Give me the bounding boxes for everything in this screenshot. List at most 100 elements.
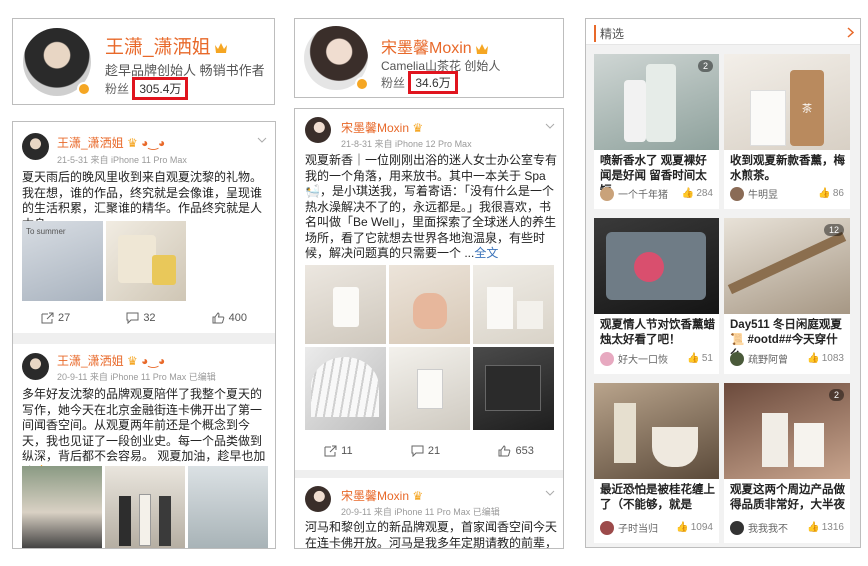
post-image[interactable]: [188, 466, 268, 548]
avatar[interactable]: [730, 351, 744, 366]
crown-icon: [214, 42, 227, 53]
like-button[interactable]: 👍 51: [687, 353, 713, 364]
note-image: 2: [724, 383, 850, 479]
post-actions: 27 32 400: [13, 312, 275, 324]
note-author[interactable]: 疏野阿曾: [748, 351, 788, 366]
post-image[interactable]: [473, 347, 554, 430]
note-footer: 子时当归 👍 1094: [600, 520, 713, 535]
note-author[interactable]: 牛明昱: [748, 186, 778, 201]
image-shape: [485, 365, 541, 411]
image-shape: [646, 64, 676, 142]
share-icon: [324, 445, 337, 457]
profile-card-songmoxin[interactable]: 宋墨馨Moxin Camelia山茶花 创始人 粉丝 34.6万: [294, 18, 564, 98]
note-card[interactable]: 茶 收到观夏新款香薰，梅水煎茶。 牛明昱 👍 86: [724, 54, 850, 209]
fans-count: 粉丝 34.6万: [381, 71, 458, 94]
image-shape: [634, 252, 664, 282]
avatar[interactable]: [600, 520, 614, 535]
featured-notes-panel[interactable]: 精选 2 喷新香水了 观夏裸好闻是好闻 留香时间太短 一个千年猪👍284 茶 收…: [585, 18, 861, 548]
note-card[interactable]: 2 观夏这两个周边产品做得品质非常好，大半夜 我我我不 👍 1316: [724, 383, 850, 543]
post-card[interactable]: 王潇_潇洒姐 ♛ ◕‿◕ 20-9-11 来自 iPhone 11 Pro Ma…: [13, 344, 275, 548]
like-count: 51: [701, 353, 713, 364]
comment-icon: [411, 445, 424, 457]
note-card[interactable]: 12 Day511 冬日闲庭观夏📜 #ootd##今天穿什么 疏野阿曾👍1083: [724, 218, 850, 374]
profile-name[interactable]: 宋墨馨Moxin: [381, 34, 489, 58]
note-author[interactable]: 好大一口恢: [618, 351, 668, 366]
note-author[interactable]: 我我我不: [748, 520, 788, 535]
avatar[interactable]: [730, 186, 744, 201]
avatar[interactable]: [305, 486, 331, 512]
like-button[interactable]: 👍 1094: [676, 522, 713, 533]
post-card[interactable]: 宋墨馨Moxin ♛ 21-8-31 来自 iPhone 12 Pro Max …: [295, 109, 563, 470]
comment-button[interactable]: 32: [126, 312, 156, 324]
comment-button[interactable]: 21: [411, 445, 440, 457]
crown-icon: ♛: [412, 121, 424, 135]
repost-button[interactable]: 27: [41, 312, 70, 324]
avatar[interactable]: [730, 520, 744, 535]
post-image[interactable]: [305, 265, 386, 344]
post-image[interactable]: [105, 466, 185, 548]
repost-button[interactable]: 11: [324, 445, 353, 457]
note-author[interactable]: 子时当归: [618, 520, 658, 535]
panda-icon: ◕‿◕: [137, 354, 166, 368]
image-shape: [727, 231, 847, 295]
note-card[interactable]: 2 喷新香水了 观夏裸好闻是好闻 留香时间太短 一个千年猪👍284: [594, 54, 719, 209]
post-image[interactable]: [389, 347, 470, 430]
post-image[interactable]: [22, 466, 102, 548]
post-author[interactable]: 宋墨馨Moxin ♛: [341, 487, 423, 504]
note-author[interactable]: 一个千年猪: [618, 186, 668, 201]
image-shape: [487, 287, 513, 329]
post-image[interactable]: [389, 265, 470, 344]
image-shape: [413, 293, 447, 329]
chevron-down-icon[interactable]: [257, 137, 267, 143]
like-button[interactable]: 400: [212, 312, 247, 324]
post-image[interactable]: [473, 265, 554, 344]
post-feed[interactable]: 宋墨馨Moxin ♛ 21-8-31 来自 iPhone 12 Pro Max …: [294, 108, 564, 549]
like-button[interactable]: 👍 284: [682, 188, 713, 199]
post-card[interactable]: 宋墨馨Moxin ♛ 20-9-11 来自 iPhone 11 Pro Max …: [295, 478, 563, 549]
profile-card-wangxiao[interactable]: 王潇_潇洒姐 趁早品牌创始人 畅销书作者 粉丝 305.4万: [12, 18, 275, 105]
like-button[interactable]: 👍 1083: [807, 353, 844, 364]
note-title: 最近恐怕是被桂花缠上了（不能够，就是: [600, 484, 715, 511]
post-text: 观夏新香｜一位刚刚出浴的迷人女士办公室专有我的一个角落，用来放书。其中一本关于 …: [305, 153, 557, 262]
avatar[interactable]: [22, 133, 49, 160]
image-shape: [517, 301, 543, 329]
avatar[interactable]: [22, 353, 49, 380]
verified-badge-icon: [77, 82, 91, 96]
post-author[interactable]: 宋墨馨Moxin ♛: [341, 119, 423, 136]
avatar[interactable]: [305, 117, 331, 143]
note-card[interactable]: 观夏情人节对饮香薰蜡烛太好看了吧！ 好大一口恢 👍 51: [594, 218, 719, 374]
note-card[interactable]: 最近恐怕是被桂花缠上了（不能够，就是 子时当归 👍 1094: [594, 383, 719, 543]
post-feed[interactable]: 王潇_潇洒姐 ♛ ◕‿◕ 21-5-31 来自 iPhone 11 Pro Ma…: [12, 121, 276, 549]
chevron-down-icon[interactable]: [545, 123, 555, 129]
post-image[interactable]: [106, 221, 186, 301]
avatar[interactable]: [600, 351, 614, 366]
post-author[interactable]: 王潇_潇洒姐 ♛ ◕‿◕: [57, 352, 165, 369]
post-card[interactable]: 王潇_潇洒姐 ♛ ◕‿◕ 21-5-31 来自 iPhone 11 Pro Ma…: [13, 122, 275, 333]
avatar[interactable]: [600, 186, 614, 201]
chevron-down-icon[interactable]: [545, 490, 555, 496]
chevron-right-icon[interactable]: [847, 27, 854, 38]
like-button[interactable]: 👍 86: [818, 188, 844, 199]
like-count: 1094: [690, 522, 713, 533]
note-footer: 疏野阿曾 👍 1083: [730, 351, 844, 366]
like-button[interactable]: 653: [498, 445, 534, 457]
post-author[interactable]: 王潇_潇洒姐 ♛ ◕‿◕: [57, 134, 165, 151]
image-shape: [119, 496, 131, 546]
thumbs-up-icon: [498, 445, 511, 457]
post-image[interactable]: To summer: [22, 221, 103, 301]
like-count: 284: [696, 188, 713, 199]
like-button[interactable]: 👍 1316: [807, 522, 844, 533]
post-image[interactable]: [305, 347, 386, 430]
post-meta: 20-9-11 来自 iPhone 11 Pro Max 已编辑: [341, 507, 500, 517]
note-image: 2: [594, 54, 719, 150]
repost-count: 11: [341, 445, 353, 457]
image-count-badge: 12: [823, 224, 844, 236]
post-text: 河马和黎创立的新品牌观夏，首家闻香空间今天在连卡佛开放。河马是我多年定期请教的前…: [305, 520, 558, 549]
share-icon: [41, 312, 54, 324]
profile-name[interactable]: 王潇_潇洒姐: [105, 32, 228, 59]
thumbs-up-icon: 👍: [818, 188, 831, 199]
thumbs-up-icon: 👍: [807, 522, 820, 533]
image-shape: [750, 90, 786, 146]
read-more-link[interactable]: 全文: [474, 246, 498, 260]
post-meta: 21-8-31 来自 iPhone 12 Pro Max: [341, 139, 472, 149]
